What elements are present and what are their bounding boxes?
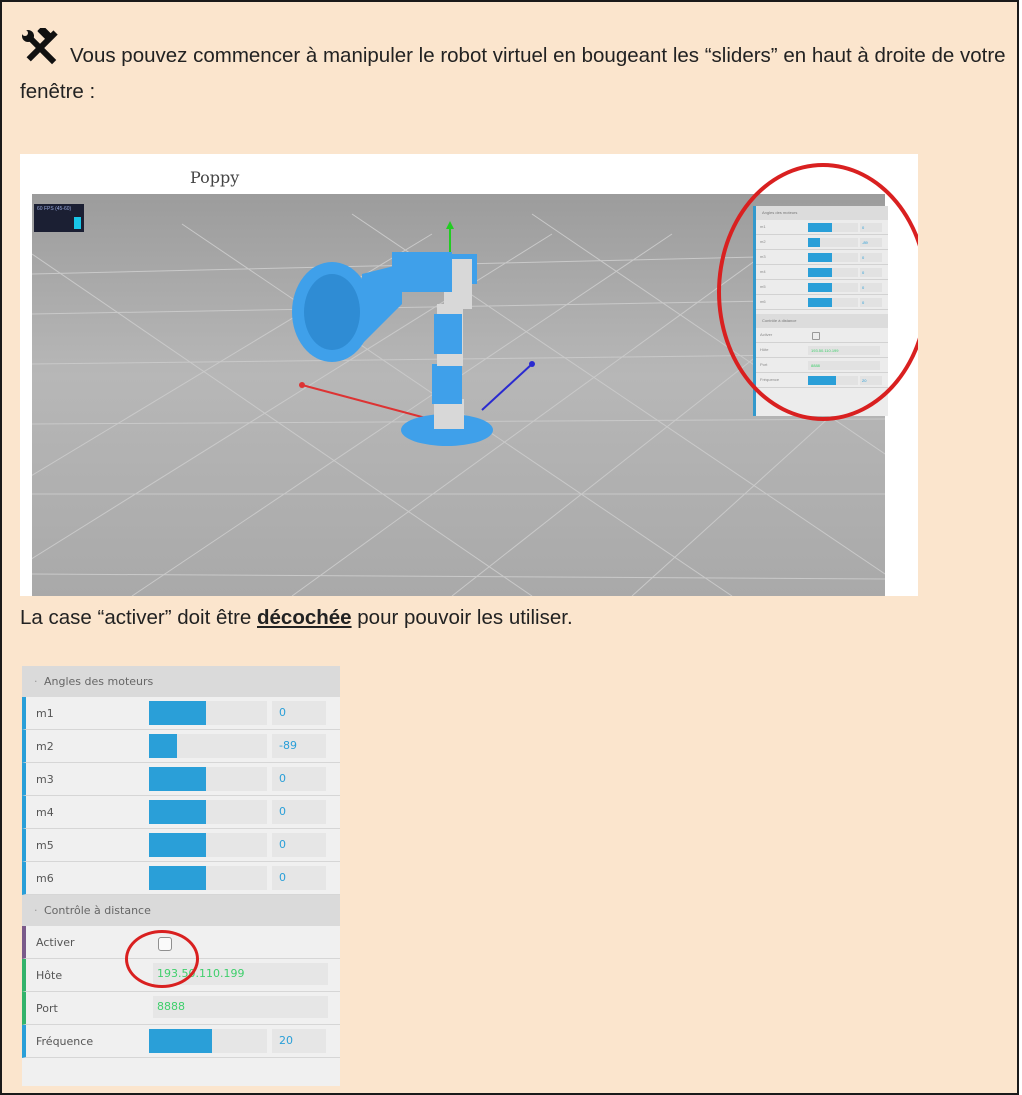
motor-value[interactable]: 0 bbox=[272, 701, 326, 725]
motor-label: m5 bbox=[36, 839, 54, 852]
motor-label: m2 bbox=[36, 740, 54, 753]
note-paragraph: La case “activer” doit être décochée pou… bbox=[20, 606, 573, 630]
instruction-card: Vous pouvez commencer à manipuler le rob… bbox=[0, 0, 1019, 1095]
simulator-screenshot: Poppy 60 FPS (45-60) Angles des moteurs … bbox=[20, 154, 918, 596]
motor-label: m3 bbox=[36, 773, 54, 786]
motor-list: m1 0 m2 -89 m3 0 m4 0 m5 0 m6 0 bbox=[22, 697, 340, 895]
motor-value[interactable]: 0 bbox=[272, 866, 326, 890]
port-label: Port bbox=[36, 1002, 58, 1015]
poppy-robot[interactable] bbox=[292, 252, 493, 446]
motor-row-m2: m2 -89 bbox=[22, 730, 340, 763]
motor-value[interactable]: 0 bbox=[272, 800, 326, 824]
motor-label: m4 bbox=[36, 806, 54, 819]
fps-label: 60 FPS (45-60) bbox=[37, 206, 72, 212]
motor-slider[interactable] bbox=[149, 800, 267, 824]
port-input[interactable]: 8888 bbox=[153, 996, 328, 1018]
motor-row-m1: m1 0 bbox=[22, 697, 340, 730]
motor-label: m6 bbox=[36, 872, 54, 885]
motor-value[interactable]: 0 bbox=[272, 833, 326, 857]
motor-label: m1 bbox=[36, 707, 54, 720]
z-axis bbox=[481, 363, 533, 411]
note-emphasis: décochée bbox=[257, 606, 352, 629]
highlight-circle-checkbox bbox=[125, 930, 199, 988]
simulator-title: Poppy bbox=[190, 168, 240, 187]
fps-meter: 60 FPS (45-60) bbox=[34, 204, 84, 232]
motors-group-header[interactable]: Angles des moteurs bbox=[22, 666, 340, 697]
motor-value[interactable]: 0 bbox=[272, 767, 326, 791]
activer-label: Activer bbox=[36, 936, 75, 949]
intro-text: Vous pouvez commencer à manipuler le rob… bbox=[20, 44, 1006, 103]
note-text-before: La case “activer” doit être bbox=[20, 606, 257, 629]
frequency-label: Fréquence bbox=[36, 1035, 94, 1048]
motor-value[interactable]: -89 bbox=[272, 734, 326, 758]
motor-row-m5: m5 0 bbox=[22, 829, 340, 862]
motor-slider[interactable] bbox=[149, 767, 267, 791]
motor-slider[interactable] bbox=[149, 866, 267, 890]
motor-slider[interactable] bbox=[149, 734, 267, 758]
remote-group-header[interactable]: Contrôle à distance bbox=[22, 895, 340, 926]
motor-slider[interactable] bbox=[149, 833, 267, 857]
port-row: Port 8888 bbox=[22, 992, 340, 1025]
motor-slider[interactable] bbox=[149, 701, 267, 725]
intro-paragraph: Vous pouvez commencer à manipuler le rob… bbox=[20, 25, 1010, 107]
motor-row-m6: m6 0 bbox=[22, 862, 340, 895]
hammer-wrench-icon bbox=[20, 25, 60, 77]
frequency-slider[interactable] bbox=[149, 1029, 267, 1053]
frequency-value[interactable]: 20 bbox=[272, 1029, 326, 1053]
highlight-circle-sliders bbox=[717, 163, 918, 421]
note-text-after: pour pouvoir les utiliser. bbox=[351, 606, 573, 629]
motor-row-m3: m3 0 bbox=[22, 763, 340, 796]
control-panel: Angles des moteurs m10m2-89m30m40m50m60 … bbox=[22, 666, 340, 1086]
frequency-row: Fréquence 20 bbox=[22, 1025, 340, 1058]
host-label: Hôte bbox=[36, 969, 63, 982]
motor-row-m4: m4 0 bbox=[22, 796, 340, 829]
